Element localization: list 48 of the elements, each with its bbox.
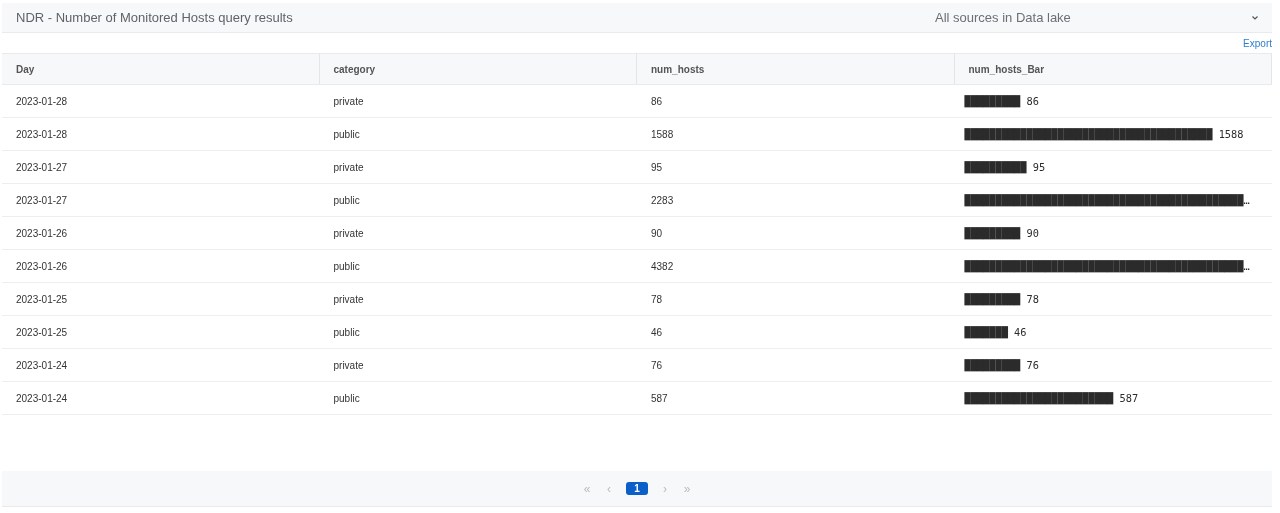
table-cell: 2023-01-28 — [2, 85, 320, 118]
table-cell: private — [319, 349, 637, 382]
table-cell: 2023-01-27 — [2, 151, 320, 184]
table-cell: 2023-01-26 — [2, 217, 320, 250]
table-cell: 2023-01-27 — [2, 184, 320, 217]
column-header[interactable]: num_hosts_Bar — [954, 53, 1272, 85]
table-cell: █████████ 86 — [954, 85, 1272, 118]
table-cell: █████████ 90 — [954, 217, 1272, 250]
table-cell: 1588 — [637, 118, 955, 151]
panel-title: NDR - Number of Monitored Hosts query results — [16, 10, 294, 25]
table-cell: ████████████████████████████████████████ 1588 — [954, 118, 1272, 151]
table-cell: 95 — [637, 151, 955, 184]
table-cell: 4382 — [637, 250, 955, 283]
table-cell: ██████████ 95 — [954, 151, 1272, 184]
column-header[interactable]: Day — [2, 53, 320, 85]
table-cell: 2023-01-28 — [2, 118, 320, 151]
table-cell: private — [319, 217, 637, 250]
source-select[interactable]: All sources in Data lake — [935, 10, 1260, 25]
table-cell: public — [319, 316, 637, 349]
table-cell: 2023-01-24 — [2, 382, 320, 415]
column-header[interactable]: num_hosts — [637, 53, 955, 85]
table-cell: private — [319, 151, 637, 184]
table-cell: public — [319, 250, 637, 283]
table-cell: 86 — [637, 85, 955, 118]
table-cell: 2023-01-25 — [2, 316, 320, 349]
table-cell: 2023-01-25 — [2, 283, 320, 316]
table-cell: private — [319, 283, 637, 316]
table-cell: public — [319, 118, 637, 151]
table-cell: █████████ 76 — [954, 349, 1272, 382]
page-button[interactable]: 1 — [626, 482, 648, 495]
table-cell: █████████ 78 — [954, 283, 1272, 316]
table-cell: ████████████████████████ 587 — [954, 382, 1272, 415]
table-cell: public — [319, 382, 637, 415]
column-header[interactable]: category — [319, 53, 637, 85]
table-cell: 46 — [637, 316, 955, 349]
export-link[interactable]: Export — [1243, 37, 1272, 49]
table-cell: 2023-01-24 — [2, 349, 320, 382]
table-cell: 2283 — [637, 184, 955, 217]
table-cell: public — [319, 184, 637, 217]
table-cell: 90 — [637, 217, 955, 250]
table-cell: 78 — [637, 283, 955, 316]
table-cell: private — [319, 85, 637, 118]
table-cell: 587 — [637, 382, 955, 415]
table-cell: 2023-01-26 — [2, 250, 320, 283]
table-cell: 76 — [637, 349, 955, 382]
table-cell: ███████ 46 — [954, 316, 1272, 349]
table-cell: █████████████████████████████████████████████… — [954, 250, 1272, 283]
table-cell: █████████████████████████████████████████████… — [954, 184, 1272, 217]
